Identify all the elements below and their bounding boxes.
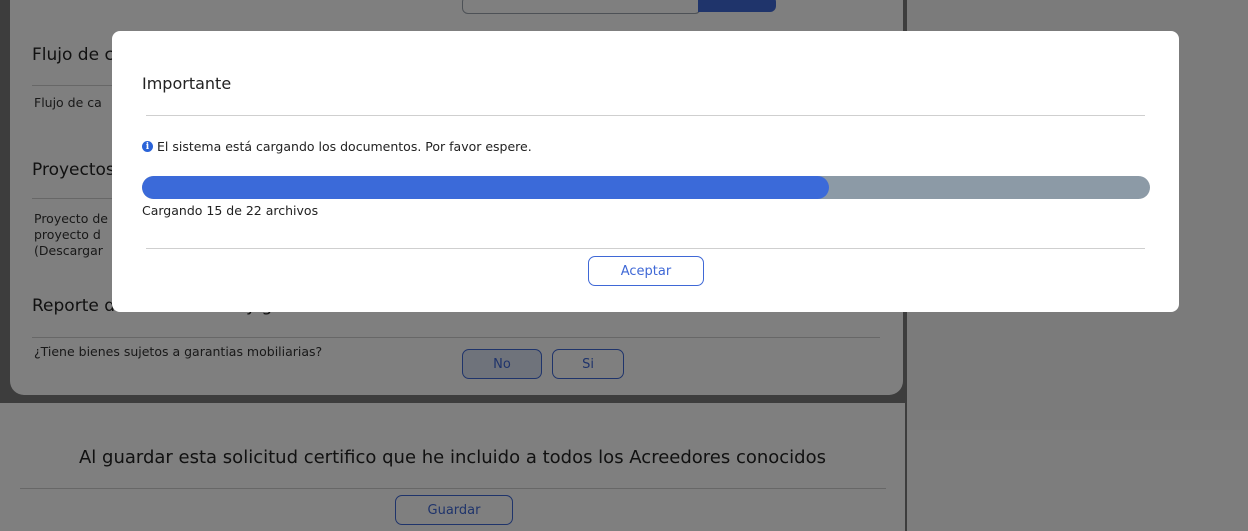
dialog-title: Importante xyxy=(142,74,232,93)
progress-bar-fill xyxy=(142,176,830,199)
progress-label: Cargando 15 de 22 archivos xyxy=(142,203,319,218)
divider xyxy=(146,248,1145,249)
loading-dialog: Importante i El sistema está cargando lo… xyxy=(112,31,1179,312)
info-message: i El sistema está cargando los documento… xyxy=(142,139,532,154)
accept-button[interactable]: Aceptar xyxy=(588,256,704,286)
info-icon: i xyxy=(142,141,153,152)
info-message-text: El sistema está cargando los documentos.… xyxy=(157,139,532,154)
progress-bar xyxy=(142,176,1150,199)
divider xyxy=(146,115,1145,116)
